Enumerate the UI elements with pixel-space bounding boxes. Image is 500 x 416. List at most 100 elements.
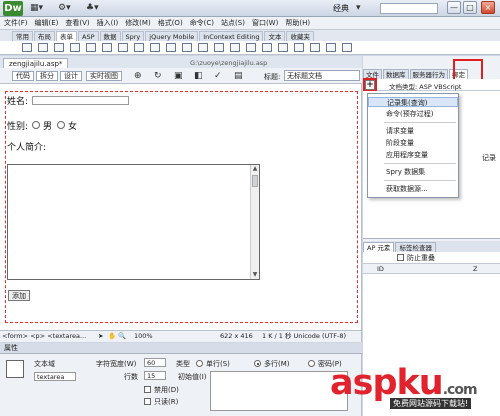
menu-view[interactable]: 查看(V) bbox=[65, 18, 89, 28]
inspect-icon[interactable]: ◧ bbox=[194, 70, 203, 82]
multi-line-radio[interactable] bbox=[254, 360, 261, 367]
select-tool-icon[interactable]: ➤ bbox=[98, 331, 103, 342]
textarea-name-input[interactable]: textarea bbox=[34, 372, 76, 381]
tab-incontext-editing[interactable]: InContext Editing bbox=[199, 31, 264, 41]
tab-layout[interactable]: 布局 bbox=[34, 31, 55, 41]
minimize-button[interactable]: — bbox=[447, 1, 461, 14]
disabled-checkbox[interactable] bbox=[144, 386, 151, 393]
text-field-icon[interactable] bbox=[38, 43, 48, 52]
menu-commands[interactable]: 命令(C) bbox=[190, 18, 214, 28]
checkbox-icon[interactable] bbox=[86, 43, 96, 52]
properties-header[interactable]: 属性 bbox=[0, 343, 362, 354]
spry-textarea-icon[interactable] bbox=[278, 43, 288, 52]
tab-tag-inspector[interactable]: 标签检查器 bbox=[395, 242, 436, 252]
hand-tool-icon[interactable]: ✋ bbox=[108, 331, 116, 342]
menu-item-session-variable[interactable]: 阶段变量 bbox=[368, 138, 458, 148]
tab-server-behaviors[interactable]: 服务器行为 bbox=[409, 69, 448, 79]
textarea-scrollbar[interactable]: ▲ ▼ bbox=[250, 165, 259, 279]
design-view-button[interactable]: 设计 bbox=[60, 71, 82, 81]
layout-icon[interactable]: ▦▾ bbox=[30, 2, 43, 14]
menu-format[interactable]: 格式(O) bbox=[158, 18, 183, 28]
image-field-icon[interactable] bbox=[182, 43, 192, 52]
menu-item-application-variable[interactable]: 应用程序变量 bbox=[368, 150, 458, 160]
single-line-radio[interactable] bbox=[196, 360, 203, 367]
tab-text[interactable]: 文本 bbox=[264, 31, 286, 41]
tab-forms[interactable]: 表单 bbox=[56, 31, 77, 41]
zoom-select[interactable]: 100% bbox=[134, 331, 153, 342]
zoom-tool-icon[interactable]: 🔍 bbox=[118, 331, 126, 342]
menu-item-get-data-source[interactable]: 获取数据源... bbox=[368, 184, 458, 194]
scroll-up-icon[interactable]: ▲ bbox=[251, 165, 259, 173]
jump-menu-icon[interactable] bbox=[166, 43, 176, 52]
tab-data[interactable]: 数据 bbox=[99, 31, 121, 41]
char-width-input[interactable]: 60 bbox=[144, 358, 166, 367]
menu-item-command[interactable]: 命令(预存过程) bbox=[368, 109, 458, 119]
prevent-overlap-checkbox[interactable] bbox=[397, 254, 404, 261]
label-icon[interactable] bbox=[230, 43, 240, 52]
submit-button[interactable]: 添加 bbox=[8, 290, 30, 301]
spry-checkbox-icon[interactable] bbox=[294, 43, 304, 52]
gear-icon[interactable]: ⚙▾ bbox=[58, 2, 71, 14]
check-icon[interactable]: ✓ bbox=[214, 70, 222, 82]
menu-item-recordset[interactable]: 记录集(查询) bbox=[368, 97, 458, 107]
init-value-textarea[interactable] bbox=[210, 371, 348, 411]
workspace-preset[interactable]: 经典 bbox=[333, 3, 349, 14]
male-radio[interactable] bbox=[32, 121, 40, 129]
maximize-button[interactable]: □ bbox=[463, 1, 477, 14]
tab-favorites[interactable]: 收藏夹 bbox=[286, 31, 314, 41]
add-button-highlight bbox=[363, 78, 377, 92]
spry-confirm-icon[interactable] bbox=[342, 43, 352, 52]
tab-common[interactable]: 常用 bbox=[12, 31, 33, 41]
document-tab[interactable]: zengjiajilu.asp* bbox=[3, 58, 69, 68]
visual-aids-icon[interactable]: ▣ bbox=[174, 70, 183, 82]
textarea-icon[interactable] bbox=[70, 43, 80, 52]
menu-item-request-variable[interactable]: 请求变量 bbox=[368, 126, 458, 136]
menu-modify[interactable]: 修改(M) bbox=[125, 18, 151, 28]
spry-validation-icon[interactable] bbox=[262, 43, 272, 52]
window-size[interactable]: 622 x 416 bbox=[220, 331, 253, 342]
name-input[interactable] bbox=[32, 96, 129, 105]
file-field-icon[interactable] bbox=[198, 43, 208, 52]
menu-file[interactable]: 文件(F) bbox=[4, 18, 28, 28]
select-icon[interactable] bbox=[150, 43, 160, 52]
readonly-checkbox[interactable] bbox=[144, 398, 151, 405]
radio-group-icon[interactable] bbox=[134, 43, 144, 52]
globe-icon[interactable]: ⊕ bbox=[134, 70, 142, 82]
hidden-field-icon[interactable] bbox=[54, 43, 64, 52]
options-icon[interactable]: ▤ bbox=[234, 70, 243, 82]
tab-jquery-mobile[interactable]: jQuery Mobile bbox=[145, 31, 199, 41]
menu-site[interactable]: 站点(S) bbox=[221, 18, 245, 28]
female-radio[interactable] bbox=[57, 121, 65, 129]
scroll-thumb[interactable] bbox=[252, 175, 258, 187]
fieldset-icon[interactable] bbox=[246, 43, 256, 52]
intro-textarea[interactable]: ▲ ▼ bbox=[7, 164, 260, 280]
menu-edit[interactable]: 编辑(E) bbox=[35, 18, 59, 28]
close-button[interactable]: × bbox=[481, 1, 495, 14]
button-icon[interactable] bbox=[214, 43, 224, 52]
menu-help[interactable]: 帮助(H) bbox=[285, 18, 310, 28]
scroll-down-icon[interactable]: ▼ bbox=[251, 271, 259, 279]
radio-icon[interactable] bbox=[118, 43, 128, 52]
tab-databases[interactable]: 数据库 bbox=[383, 69, 409, 79]
code-view-button[interactable]: 代码 bbox=[12, 71, 34, 81]
spry-select-icon[interactable] bbox=[310, 43, 320, 52]
tab-ap-elements[interactable]: AP 元素 bbox=[363, 242, 395, 252]
site-icon[interactable]: ♣▾ bbox=[86, 2, 99, 14]
lines-input[interactable]: 15 bbox=[144, 371, 166, 380]
tag-selector[interactable]: <form> <p> <textarea... bbox=[2, 331, 86, 342]
menu-item-spry-dataset[interactable]: Spry 数据集 bbox=[368, 167, 458, 177]
tab-asp[interactable]: ASP bbox=[78, 31, 99, 41]
menu-insert[interactable]: 插入(I) bbox=[97, 18, 119, 28]
chevron-down-icon[interactable]: ▾ bbox=[356, 2, 361, 14]
password-radio[interactable] bbox=[308, 360, 315, 367]
split-view-button[interactable]: 拆分 bbox=[36, 71, 58, 81]
form-icon[interactable] bbox=[22, 43, 32, 52]
menu-window[interactable]: 窗口(W) bbox=[252, 18, 278, 28]
refresh-icon[interactable]: ↻ bbox=[154, 70, 162, 82]
checkbox-group-icon[interactable] bbox=[102, 43, 112, 52]
title-input[interactable]: 无标题文档 bbox=[284, 70, 360, 81]
tab-spry[interactable]: Spry bbox=[121, 31, 145, 41]
search-input[interactable] bbox=[380, 3, 438, 14]
spry-password-icon[interactable] bbox=[326, 43, 336, 52]
live-view-button[interactable]: 实时视图 bbox=[86, 71, 122, 81]
